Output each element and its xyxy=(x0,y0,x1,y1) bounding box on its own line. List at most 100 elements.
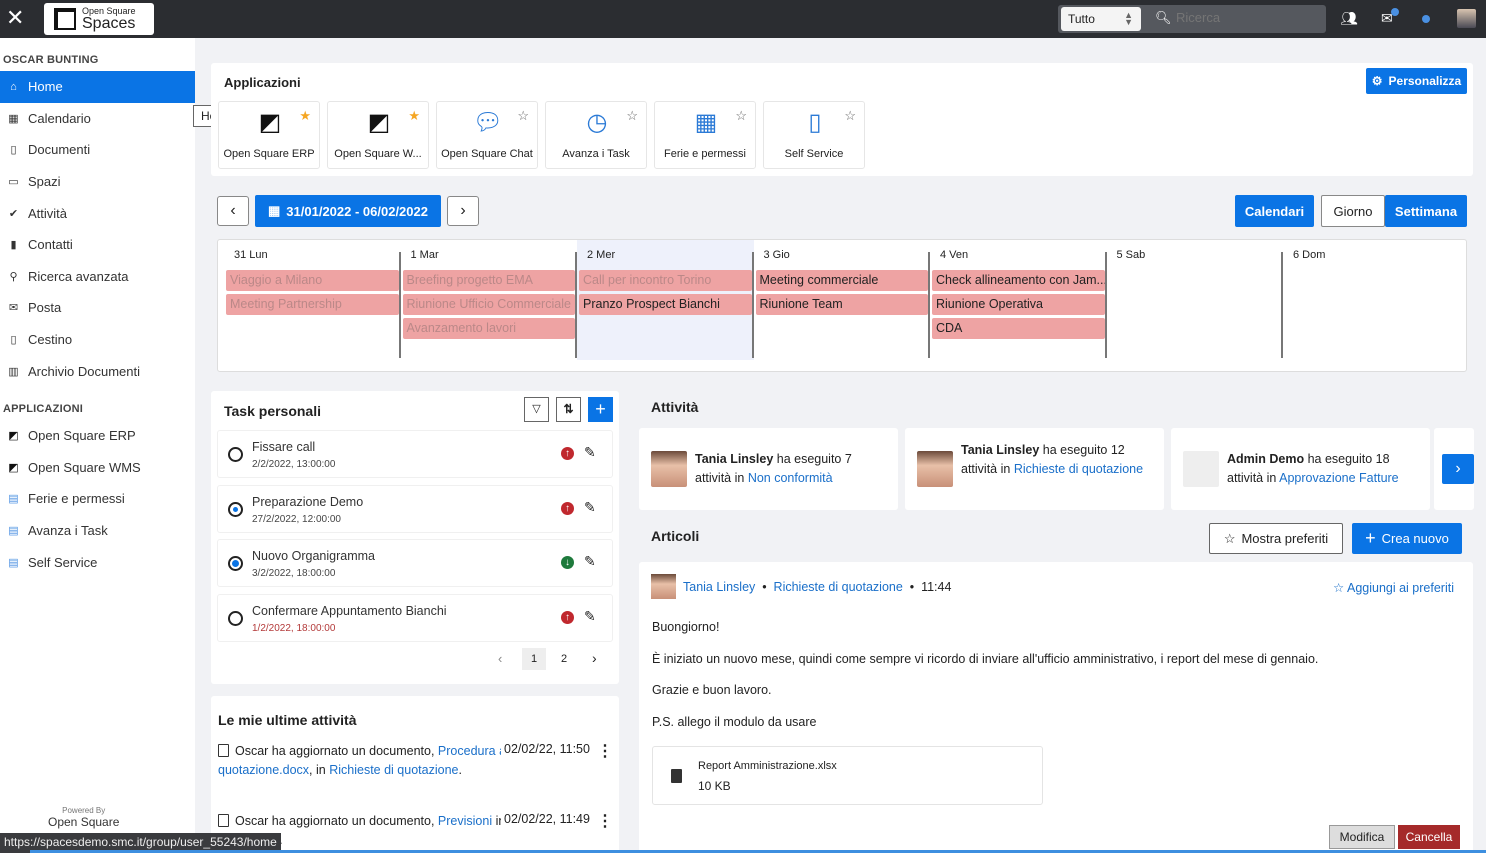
sort-button[interactable]: ⇅ xyxy=(556,397,581,422)
pencil-icon[interactable]: ✎ xyxy=(584,608,596,625)
sidebar-item-archivio-documenti[interactable]: ▥ Archivio Documenti xyxy=(0,355,195,387)
app-tile[interactable]: 💬︎ ☆ Open Square Chat xyxy=(436,101,538,169)
sidebar-item-documenti[interactable]: ▯ Documenti xyxy=(0,134,195,166)
calendar-event[interactable]: Riunione Ufficio Commerciale xyxy=(402,294,575,315)
document-link[interactable]: Previsioni xyxy=(438,814,492,828)
people-icon[interactable]: 👥︎ xyxy=(1340,10,1358,27)
star-icon[interactable]: ☆ xyxy=(626,108,638,124)
calendar-day[interactable]: 6 Dom xyxy=(1283,240,1460,360)
calendar-event[interactable]: Riunione Operativa xyxy=(932,294,1105,315)
pencil-icon[interactable]: ✎ xyxy=(584,444,596,461)
calendar-day[interactable]: 31 Lun Viaggio a Milano Meeting Partnershi… xyxy=(224,240,401,360)
calendar-event[interactable]: Riunione Team xyxy=(755,294,928,315)
activity-target-link[interactable]: Richieste di quotazione xyxy=(1014,462,1143,476)
week-view-button[interactable]: Settimana xyxy=(1385,195,1467,227)
user-avatar[interactable] xyxy=(1457,9,1476,28)
task-status-radio[interactable] xyxy=(228,501,243,517)
sidebar-item-spazi[interactable]: ▭ Spazi xyxy=(0,166,195,198)
author-link[interactable]: Tania Linsley xyxy=(683,580,755,594)
more-options-icon[interactable]: ⋮ xyxy=(597,744,613,760)
calendar-day[interactable]: 5 Sab xyxy=(1107,240,1284,360)
calendar-event[interactable]: Viaggio a Milano xyxy=(226,270,399,291)
next-page-button[interactable]: › xyxy=(592,650,597,666)
activity-target-link[interactable]: Approvazione Fatture xyxy=(1279,471,1399,485)
pencil-icon[interactable]: ✎ xyxy=(584,553,596,570)
calendar-event[interactable]: Avanzamento lavori xyxy=(402,318,575,339)
logo[interactable]: Open Square Spaces xyxy=(44,3,154,35)
activity-card[interactable]: Tania Linsley ha eseguito 7 attività in … xyxy=(639,428,898,510)
app-tile[interactable]: ▯ ☆ Self Service xyxy=(763,101,865,169)
calendars-button[interactable]: Calendari xyxy=(1235,195,1314,227)
calendar-event[interactable]: CDA xyxy=(932,318,1105,339)
sidebar-item-home[interactable]: ⌂ Home xyxy=(0,71,195,103)
sidebar-app-0[interactable]: ◩ Open Square ERP xyxy=(0,420,195,452)
attachment[interactable]: Report Amministrazione.xlsx 10 KB xyxy=(652,746,1043,805)
filter-button[interactable]: ▽ xyxy=(524,397,549,422)
star-filled-icon[interactable]: ★ xyxy=(408,108,420,124)
sidebar-app-3[interactable]: ▤ Avanza i Task xyxy=(0,515,195,547)
calendar-event[interactable]: Meeting commerciale xyxy=(755,270,928,291)
task-item[interactable]: Nuovo Organigramma 3/2/2022, 18:00:00 ↓ ✎ xyxy=(217,539,613,587)
prev-page-button[interactable]: ‹ xyxy=(498,651,502,666)
task-item[interactable]: Preparazione Demo 27/2/2022, 12:00:00 ↑ ✎ xyxy=(217,484,613,533)
calendar-event[interactable]: Call per incontro Torino xyxy=(579,270,752,291)
sidebar-item-cestino[interactable]: ▯ Cestino xyxy=(0,324,195,356)
day-label: 3 Gio xyxy=(763,249,790,261)
star-icon[interactable]: ☆ xyxy=(735,108,747,124)
task-item[interactable]: Confermare Appuntamento Bianchi 1/2/2022,… xyxy=(217,593,613,642)
group-link[interactable]: Richieste di quotazione xyxy=(774,580,903,594)
task-status-radio[interactable] xyxy=(228,447,243,462)
calendar-day[interactable]: 2 Mer Call per incontro Torino Pranzo Pros… xyxy=(577,240,754,360)
prev-week-button[interactable]: ‹ xyxy=(217,196,249,226)
add-task-button[interactable]: + xyxy=(588,397,613,422)
app-tile[interactable]: ◷ ☆ Avanza i Task xyxy=(545,101,647,169)
calendar-day[interactable]: 1 Mar Breefing progetto EMA Riunione Uffic… xyxy=(401,240,578,360)
folder-link[interactable]: Richieste di quotazione xyxy=(329,763,458,777)
pencil-icon[interactable]: ✎ xyxy=(584,499,596,516)
sidebar-item-attività[interactable]: ✔ Attività xyxy=(0,197,195,229)
calendar-event[interactable]: Meeting Partnership xyxy=(226,294,399,315)
activity-target-link[interactable]: Non conformità xyxy=(748,471,833,485)
calendar-event[interactable]: Pranzo Prospect Bianchi xyxy=(579,294,752,315)
search-input[interactable] xyxy=(1176,10,1316,25)
app-tile[interactable]: ▦ ☆ Ferie e permessi xyxy=(654,101,756,169)
add-favorite-link[interactable]: ☆ Aggiungi ai preferiti xyxy=(1333,580,1454,595)
activity-card[interactable]: Tania Linsley ha eseguito 12 attività in… xyxy=(905,428,1164,510)
task-status-radio[interactable] xyxy=(228,610,243,626)
create-new-button[interactable]: + Crea nuovo xyxy=(1352,523,1462,554)
star-icon[interactable]: ☆ xyxy=(844,108,856,124)
task-item[interactable]: Fissare call 2/2/2022, 13:00:00 ↑ ✎ xyxy=(217,430,613,478)
week-calendar: 31 Lun Viaggio a Milano Meeting Partnershi… xyxy=(217,239,1467,372)
day-view-button[interactable]: Giorno xyxy=(1321,195,1385,227)
scope-select[interactable]: Tutto ▲ ▼ xyxy=(1061,7,1141,31)
sidebar-item-ricerca-avanzata[interactable]: ⚲ Ricerca avanzata xyxy=(0,261,195,293)
show-favorites-button[interactable]: ☆ Mostra preferiti xyxy=(1209,523,1343,554)
page-2[interactable]: 2 xyxy=(552,648,576,670)
calendar-event[interactable]: Breefing progetto EMA xyxy=(402,270,575,291)
calendar-day[interactable]: 3 Gio Meeting commerciale Riunione Team xyxy=(754,240,931,360)
star-filled-icon[interactable]: ★ xyxy=(299,108,311,124)
star-icon[interactable]: ☆ xyxy=(517,108,529,124)
sidebar-item-calendario[interactable]: ▦ Calendario xyxy=(0,103,195,135)
close-icon[interactable]: ✕ xyxy=(6,7,24,29)
sidebar-item-contatti[interactable]: ▮ Contatti xyxy=(0,229,195,261)
app-tile[interactable]: ◩ ★ Open Square W... xyxy=(327,101,429,169)
more-options-icon[interactable]: ⋮ xyxy=(597,814,613,830)
next-week-button[interactable]: › xyxy=(447,196,479,226)
app-tile[interactable]: ◩ ★ Open Square ERP xyxy=(218,101,320,169)
task-status-radio[interactable] xyxy=(228,556,243,571)
next-activities-button[interactable]: › xyxy=(1442,454,1474,484)
activity-card[interactable]: Admin Demo ha eseguito 18 attività in Ap… xyxy=(1171,428,1430,510)
calendar-event[interactable]: Check allineamento con Jam... xyxy=(932,270,1105,291)
edit-button[interactable]: Modifica xyxy=(1329,825,1395,849)
customize-button[interactable]: ⚙ Personalizza xyxy=(1366,68,1467,94)
sidebar-item-posta[interactable]: ✉ Posta xyxy=(0,292,195,324)
date-range-button[interactable]: ▦ 31/01/2022 - 06/02/2022 xyxy=(255,195,441,227)
status-dot[interactable] xyxy=(1422,15,1430,23)
sidebar-app-4[interactable]: ▤ Self Service xyxy=(0,546,195,578)
delete-button[interactable]: Cancella xyxy=(1398,825,1460,849)
calendar-day[interactable]: 4 Ven Check allineamento con Jam... Riunio… xyxy=(930,240,1107,360)
sidebar-app-1[interactable]: ◩ Open Square WMS xyxy=(0,452,195,484)
sidebar-app-2[interactable]: ▤ Ferie e permessi xyxy=(0,483,195,515)
page-1[interactable]: 1 xyxy=(522,648,546,670)
